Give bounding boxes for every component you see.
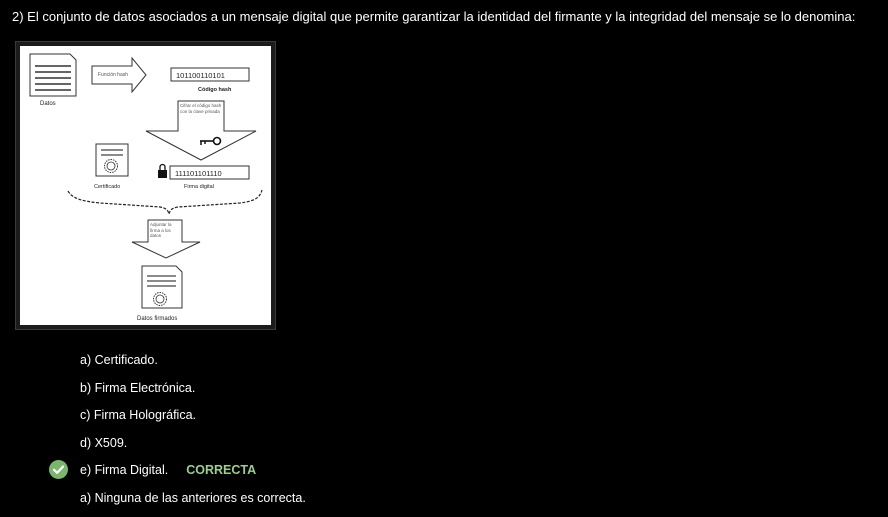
hash-value: 101100110101 xyxy=(176,71,225,80)
signed-data-label: Datos firmados xyxy=(137,316,177,322)
data-label: Datos xyxy=(40,101,56,107)
check-circle-icon xyxy=(49,460,68,479)
signature-value: 111101101110 xyxy=(175,169,222,178)
signature-label: Firma digital xyxy=(184,184,214,190)
digital-signature-diagram: Datos Función hash 101100110101 Código h… xyxy=(20,46,271,325)
answer-label: d) X509. xyxy=(80,436,127,450)
signed-data-icon xyxy=(142,266,182,308)
answer-option-c[interactable]: c) Firma Holográfica. xyxy=(80,407,306,435)
encrypt-step-label: Cifrar el código hash con la clave priva… xyxy=(180,103,224,114)
question-figure: Datos Función hash 101100110101 Código h… xyxy=(15,41,276,330)
answer-label: a) Certificado. xyxy=(80,353,158,367)
attach-step-label: Adjuntar la firma a los datos xyxy=(150,222,182,239)
combine-brace xyxy=(68,190,262,214)
answer-option-e[interactable]: e) Firma Digital. CORRECTA xyxy=(80,462,306,490)
lock-icon xyxy=(158,165,167,179)
answer-list: a) Certificado. b) Firma Electrónica. c)… xyxy=(80,352,306,517)
answer-option-b[interactable]: b) Firma Electrónica. xyxy=(80,380,306,408)
question-text: 2) El conjunto de datos asociados a un m… xyxy=(12,9,882,25)
correct-badge: CORRECTA xyxy=(186,463,256,477)
answer-label: b) Firma Electrónica. xyxy=(80,381,195,395)
hash-code-label: Código hash xyxy=(198,87,232,93)
answer-option-f[interactable]: a) Ninguna de las anteriores es correcta… xyxy=(80,490,306,517)
answer-label: c) Firma Holográfica. xyxy=(80,408,196,422)
certificate-icon xyxy=(96,144,128,176)
answer-option-d[interactable]: d) X509. xyxy=(80,435,306,463)
answer-label: a) Ninguna de las anteriores es correcta… xyxy=(80,491,306,505)
data-document-icon xyxy=(30,54,76,96)
answer-option-a[interactable]: a) Certificado. xyxy=(80,352,306,380)
hash-function-label: Función hash xyxy=(98,72,128,78)
answer-label: e) Firma Digital. xyxy=(80,463,168,477)
certificate-label: Certificado xyxy=(94,184,120,190)
